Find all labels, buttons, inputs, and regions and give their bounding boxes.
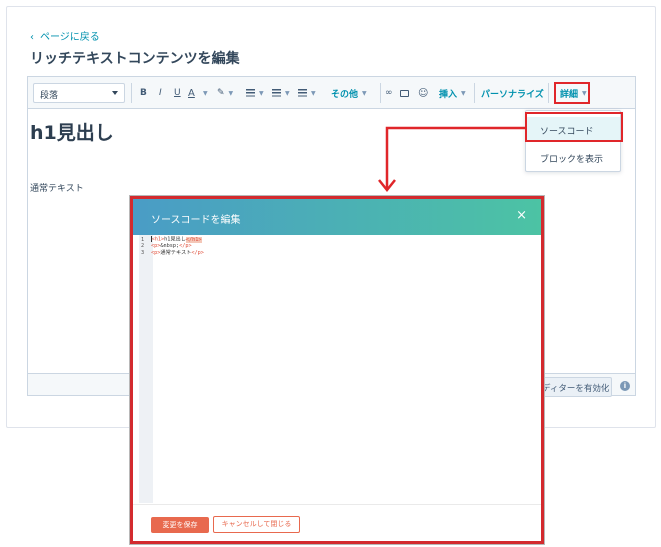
chevron-down-icon: ▼	[461, 89, 466, 97]
pen-icon: ✎	[217, 88, 225, 98]
toolbar-divider	[548, 83, 549, 103]
chevron-down-icon: ▼	[203, 89, 208, 97]
code-line: 1 <h1>h1見出し</h1>	[141, 236, 202, 243]
more-menu-label: その他	[331, 89, 359, 100]
line-number-gutter	[139, 235, 153, 503]
menu-item-show-blocks[interactable]: ブロックを表示	[526, 145, 620, 169]
personalize-button[interactable]: パーソナライズ	[481, 85, 544, 101]
link-icon: ∞	[385, 88, 393, 98]
toolbar-divider	[380, 83, 381, 103]
editor-toolbar: 段落 B I U A ▼ ✎ ▼ ▼ ▼ ▼ その他 ▼ ∞ ☺ 挿入 ▼ パー…	[28, 77, 635, 109]
modal-footer: 変更を保存 キャンセルして閉じる	[133, 504, 541, 541]
text-color-icon: A	[188, 87, 195, 99]
align-button[interactable]: ▼	[246, 85, 264, 101]
cancel-close-button[interactable]: キャンセルして閉じる	[213, 516, 300, 533]
underline-button[interactable]: U	[174, 85, 181, 101]
image-icon	[400, 89, 409, 97]
page-title: リッチテキストコンテンツを編集	[30, 51, 240, 67]
back-link-label: ページに戻る	[40, 32, 100, 43]
numbered-list-icon	[298, 89, 307, 97]
chevron-left-icon: ‹	[30, 32, 34, 43]
chevron-down-icon	[112, 91, 118, 95]
modal-title: ソースコードを編集	[151, 215, 241, 226]
line-number: 3	[141, 250, 145, 256]
chevron-down-icon: ▼	[362, 89, 367, 97]
emoji-button[interactable]: ☺	[418, 85, 428, 101]
source-code-modal: ソースコードを編集 × 1 <h1>h1見出し</h1> 2 <p>&nbsp;</…	[130, 196, 544, 544]
chevron-down-icon: ▼	[311, 89, 316, 97]
align-icon	[246, 89, 255, 97]
close-icon[interactable]: ×	[516, 209, 527, 223]
text-color-button[interactable]: A	[188, 85, 195, 101]
toolbar-divider	[474, 83, 475, 103]
highlight-button[interactable]: ✎ ▼	[217, 85, 233, 101]
insert-menu-button[interactable]: 挿入 ▼	[439, 85, 466, 101]
emoji-icon: ☺	[418, 87, 429, 99]
more-menu-button[interactable]: その他 ▼	[331, 85, 367, 101]
numbered-list-button[interactable]: ▼	[298, 85, 316, 101]
line-number: 1	[141, 236, 145, 243]
save-changes-button[interactable]: 変更を保存	[151, 517, 209, 533]
bold-button[interactable]: B	[140, 85, 147, 101]
bullet-list-icon	[272, 89, 281, 97]
chevron-down-icon: ▼	[285, 89, 290, 97]
bullet-list-button[interactable]: ▼	[272, 85, 290, 101]
text-color-caret[interactable]: ▼	[201, 85, 208, 101]
chevron-down-icon: ▼	[259, 89, 264, 97]
code-editor[interactable]: 1 <h1>h1見出し</h1> 2 <p>&nbsp;</p> 3 <p>通常テキス…	[139, 235, 535, 503]
enable-editor-button[interactable]: ディターを有効化	[537, 377, 612, 397]
detail-highlight-box	[554, 82, 590, 104]
toolbar-divider	[131, 83, 132, 103]
content-paragraph[interactable]: 通常テキスト	[30, 181, 84, 194]
code-line: 2 <p>&nbsp;</p>	[141, 243, 192, 249]
link-button[interactable]: ∞	[385, 85, 393, 101]
modal-header: ソースコードを編集 ×	[133, 199, 541, 235]
info-icon[interactable]: i	[620, 381, 630, 391]
line-number: 2	[141, 243, 145, 249]
source-code-highlight-box	[525, 112, 623, 142]
italic-button[interactable]: I	[159, 85, 162, 101]
paragraph-style-value: 段落	[40, 91, 59, 101]
code-line: 3 <p>通常テキスト</p>	[141, 250, 204, 256]
content-heading[interactable]: h1見出し	[30, 118, 114, 145]
chevron-down-icon: ▼	[228, 89, 234, 97]
paragraph-style-select[interactable]: 段落	[33, 83, 125, 103]
back-to-page-link[interactable]: ‹ ページに戻る	[30, 28, 100, 43]
image-button[interactable]	[400, 85, 409, 101]
insert-menu-label: 挿入	[439, 89, 458, 100]
